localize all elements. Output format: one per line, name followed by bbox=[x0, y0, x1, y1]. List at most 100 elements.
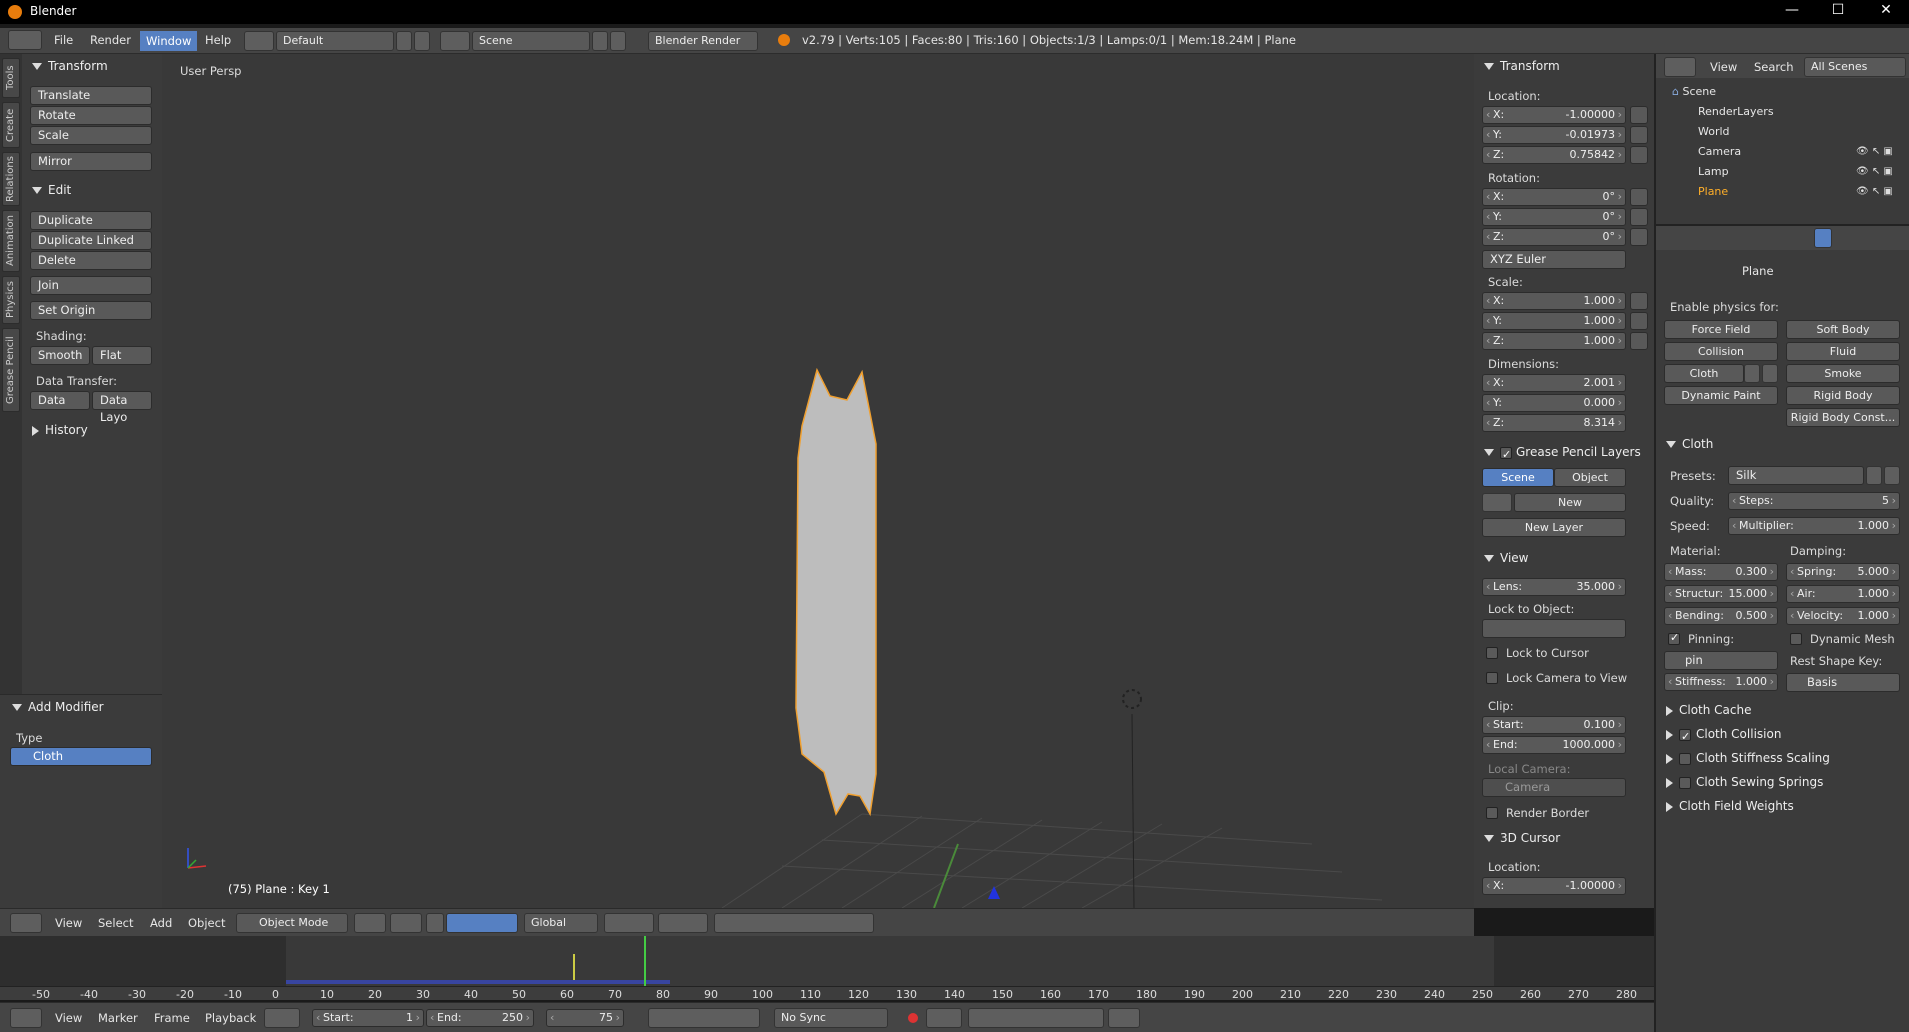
remove-scene-icon[interactable] bbox=[610, 31, 626, 51]
screen-layout-icon[interactable] bbox=[244, 31, 274, 51]
visibility-icon[interactable]: 👁 ↖ ▣ bbox=[1856, 166, 1904, 180]
outliner-view-menu[interactable]: View bbox=[1710, 60, 1737, 74]
join-button[interactable]: Join bbox=[30, 276, 152, 295]
transform-manipulators-icon[interactable] bbox=[446, 913, 518, 933]
add-screen-icon[interactable] bbox=[396, 31, 412, 51]
pivot-icon[interactable] bbox=[390, 913, 422, 933]
rotation-y-field[interactable]: Y:0° bbox=[1482, 208, 1626, 226]
dimension-y-field[interactable]: Y:0.000 bbox=[1482, 394, 1626, 412]
current-frame-indicator[interactable] bbox=[644, 936, 646, 986]
lock-icon[interactable] bbox=[1630, 332, 1648, 350]
velocity-field[interactable]: Velocity:1.000 bbox=[1786, 607, 1900, 625]
timeline-playback-menu[interactable]: Playback bbox=[205, 1011, 256, 1025]
mirror-button[interactable]: Mirror bbox=[30, 152, 152, 171]
delete-button[interactable]: Delete bbox=[30, 251, 152, 270]
cloth-panel-header[interactable]: Cloth bbox=[1666, 434, 1713, 454]
translate-button[interactable]: Translate bbox=[30, 86, 152, 105]
editor-type-icon[interactable] bbox=[8, 30, 42, 50]
dynamic-paint-button[interactable]: Dynamic Paint bbox=[1664, 386, 1778, 405]
cloth-collision-checkbox[interactable] bbox=[1679, 727, 1691, 747]
shading-mode-icon[interactable] bbox=[354, 913, 386, 933]
scene-icon[interactable] bbox=[440, 31, 470, 51]
cloth-stiffness-header[interactable]: Cloth Stiffness Scaling bbox=[1666, 748, 1830, 768]
sync-select[interactable]: No Sync bbox=[774, 1008, 888, 1028]
visibility-icon[interactable]: 👁 ↖ ▣ bbox=[1856, 186, 1904, 200]
remove-screen-icon[interactable] bbox=[414, 31, 430, 51]
current-frame-field[interactable]: 75 bbox=[546, 1009, 624, 1027]
local-camera-field[interactable]: Camera bbox=[1482, 778, 1626, 797]
rotation-mode-select[interactable]: XYZ Euler bbox=[1482, 250, 1626, 269]
tab-create[interactable]: Create bbox=[2, 102, 20, 148]
location-x-field[interactable]: X:-1.00000 bbox=[1482, 106, 1626, 124]
cloth-stiffness-checkbox[interactable] bbox=[1679, 752, 1691, 765]
flat-button[interactable]: Flat bbox=[92, 346, 152, 365]
insert-keyframe-icon[interactable] bbox=[1108, 1008, 1140, 1028]
playback-controls-icon[interactable] bbox=[648, 1008, 760, 1028]
duplicate-button[interactable]: Duplicate bbox=[30, 211, 152, 230]
lock-icon[interactable] bbox=[1630, 208, 1648, 226]
multiplier-field[interactable]: Multiplier:1.000 bbox=[1728, 517, 1900, 535]
rotate-button[interactable]: Rotate bbox=[30, 106, 152, 125]
steps-field[interactable]: Steps:5 bbox=[1728, 492, 1900, 510]
dimension-z-field[interactable]: Z:8.314 bbox=[1482, 414, 1626, 432]
lock-icon[interactable] bbox=[1630, 106, 1648, 124]
3d-cursor-header[interactable]: 3D Cursor bbox=[1484, 828, 1560, 848]
clip-start-field[interactable]: Start:0.100 bbox=[1482, 716, 1626, 734]
cloth-remove-button[interactable]: Cloth bbox=[1664, 364, 1744, 383]
menu-file[interactable]: File bbox=[54, 33, 73, 47]
cloth-field-weights-header[interactable]: Cloth Field Weights bbox=[1666, 796, 1794, 816]
structural-field[interactable]: Structur:15.000 bbox=[1664, 585, 1778, 603]
render-border-checkbox[interactable] bbox=[1486, 807, 1498, 819]
gp-scene-button[interactable]: Scene bbox=[1482, 468, 1554, 487]
tab-grease-pencil[interactable]: Grease Pencil bbox=[2, 328, 20, 412]
lock-icon[interactable] bbox=[1630, 228, 1648, 246]
rigid-body-constraint-button[interactable]: Rigid Body Const... bbox=[1786, 408, 1900, 427]
manipulator-icon[interactable] bbox=[426, 913, 444, 933]
tab-animation[interactable]: Animation bbox=[2, 210, 20, 272]
editor-type-timeline-icon[interactable] bbox=[10, 1008, 42, 1028]
layers-grid-a-icon[interactable] bbox=[604, 913, 654, 933]
view-menu[interactable]: View bbox=[55, 916, 82, 930]
outliner-world[interactable]: World bbox=[1698, 122, 1730, 141]
lock-cursor-checkbox[interactable] bbox=[1486, 647, 1498, 659]
outliner-camera[interactable]: Camera bbox=[1698, 142, 1741, 161]
pinning-checkbox[interactable] bbox=[1668, 631, 1680, 645]
gp-new-button[interactable]: New bbox=[1514, 493, 1626, 512]
3d-viewport[interactable]: User Persp (75) Plane : Key 1 bbox=[162, 54, 1474, 908]
add-preset-icon[interactable] bbox=[1866, 466, 1882, 485]
collision-button[interactable]: Collision bbox=[1664, 342, 1778, 361]
preview-range-icon[interactable] bbox=[264, 1008, 300, 1028]
edit-panel-header[interactable]: Edit bbox=[32, 180, 71, 200]
lock-camera-checkbox[interactable] bbox=[1486, 672, 1498, 684]
force-field-button[interactable]: Force Field bbox=[1664, 320, 1778, 339]
timeline-view-menu[interactable]: View bbox=[55, 1011, 82, 1025]
physics-tab-icon[interactable] bbox=[1814, 228, 1832, 248]
tab-tools[interactable]: Tools bbox=[2, 58, 20, 98]
fluid-button[interactable]: Fluid bbox=[1786, 342, 1900, 361]
record-icon[interactable] bbox=[908, 1013, 918, 1023]
outliner-scene[interactable]: ⌂ Scene bbox=[1672, 82, 1716, 101]
snap-tools-icon[interactable] bbox=[714, 913, 874, 933]
keying-icon[interactable] bbox=[926, 1008, 962, 1028]
scale-z-field[interactable]: Z:1.000 bbox=[1482, 332, 1626, 350]
add-scene-icon[interactable] bbox=[592, 31, 608, 51]
cloth-sewing-checkbox[interactable] bbox=[1679, 776, 1691, 789]
duplicate-linked-button[interactable]: Duplicate Linked bbox=[30, 231, 152, 250]
outliner-filter-select[interactable]: All Scenes bbox=[1804, 57, 1906, 77]
cloth-collision-header[interactable]: Cloth Collision bbox=[1666, 724, 1781, 747]
cloth-sewing-header[interactable]: Cloth Sewing Springs bbox=[1666, 772, 1823, 792]
set-origin-select[interactable]: Set Origin bbox=[30, 301, 152, 320]
minimize-icon[interactable]: — bbox=[1772, 2, 1812, 22]
new-layer-button[interactable]: New Layer bbox=[1482, 518, 1626, 537]
eye-icon[interactable] bbox=[1762, 364, 1778, 383]
remove-preset-icon[interactable] bbox=[1884, 466, 1900, 485]
cloth-cache-header[interactable]: Cloth Cache bbox=[1666, 700, 1752, 720]
transform-n-header[interactable]: Transform bbox=[1484, 56, 1560, 76]
history-panel-header[interactable]: History bbox=[32, 420, 88, 440]
spring-field[interactable]: Spring:5.000 bbox=[1786, 563, 1900, 581]
menu-render[interactable]: Render bbox=[90, 33, 131, 47]
end-frame-field[interactable]: End:250 bbox=[426, 1009, 534, 1027]
tab-relations[interactable]: Relations bbox=[2, 152, 20, 206]
tab-physics[interactable]: Physics bbox=[2, 276, 20, 324]
orientation-select[interactable]: Global bbox=[524, 913, 598, 933]
